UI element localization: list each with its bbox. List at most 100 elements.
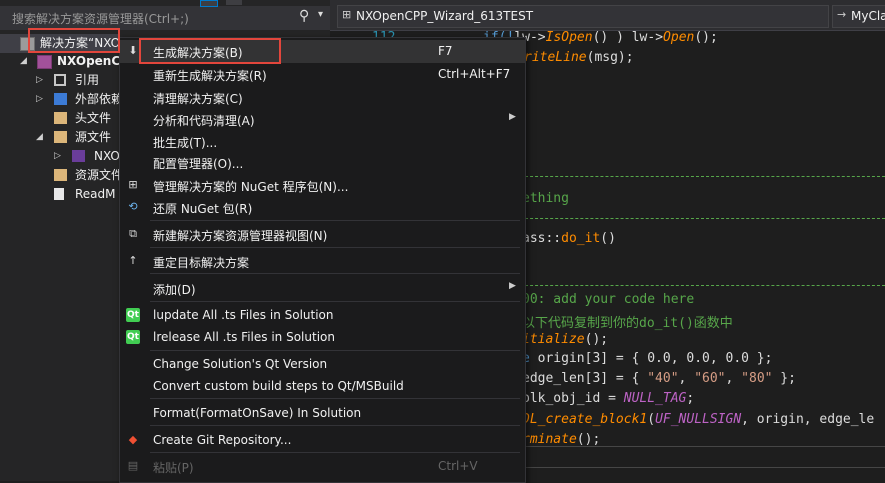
class-scope-dropdown[interactable]: → MyCla xyxy=(832,5,885,28)
menu-item-label: 重新生成解决方案(R) xyxy=(153,69,267,83)
nuget-icon: ⊞ xyxy=(128,178,138,191)
chevron-down-icon[interactable]: ◢ xyxy=(36,128,43,147)
tree-item-label: 源文件 xyxy=(75,130,112,144)
submenu-arrow-icon: ▶ xyxy=(509,112,516,122)
menu-item-paste[interactable]: ▤ 粘贴(P) Ctrl+V xyxy=(120,455,525,478)
menu-separator xyxy=(150,452,520,453)
code-line: itialize(); xyxy=(522,332,609,347)
tree-item-label: 头文件 xyxy=(75,111,112,125)
menu-item-shortcut: Ctrl+V xyxy=(438,459,478,473)
menu-item-label: 分析和代码清理(A) xyxy=(153,114,255,128)
code-line: rminate(); xyxy=(522,432,601,447)
menu-item-label: Create Git Repository... xyxy=(153,433,292,447)
search-icon[interactable]: ⚲ xyxy=(299,8,309,24)
toolbar-button[interactable] xyxy=(226,0,242,5)
comment-divider xyxy=(520,218,885,219)
chevron-down-icon[interactable]: ◢ xyxy=(20,52,27,71)
cpp-file-icon: ⊞ xyxy=(342,8,352,21)
code-line: ass::do_it() xyxy=(522,231,616,246)
toolbar-button[interactable] xyxy=(200,0,218,7)
menu-item-configuration-manager[interactable]: 配置管理器(O)... xyxy=(120,151,525,174)
code-line: 以下代码复制到你的do_it()函数中 xyxy=(522,316,733,331)
tree-item-label: ReadM xyxy=(75,187,116,201)
menu-item-add[interactable]: 添加(D) ▶ xyxy=(120,277,525,300)
class-arrow-icon: → xyxy=(837,8,847,21)
comment-divider xyxy=(520,285,885,286)
menu-item-convert-build-steps[interactable]: Convert custom build steps to Qt/MSBuild xyxy=(120,375,525,398)
code-line: blk_obj_id = NULL_TAG; xyxy=(522,391,695,406)
highlight-box-build xyxy=(139,38,281,64)
code-line: DL_create_block1(UF_NULLSIGN, origin, ed… xyxy=(522,412,875,427)
tree-item-label: 资源文件 xyxy=(75,168,124,182)
comment-divider xyxy=(520,176,885,177)
menu-item-retarget-solution[interactable]: ↑ 重定目标解决方案 xyxy=(120,250,525,273)
menu-item-lrelease[interactable]: Qt lrelease All .ts Files in Solution xyxy=(120,326,525,349)
highlight-box-solution xyxy=(28,28,120,53)
chevron-down-icon[interactable]: ▾ xyxy=(318,9,323,20)
menu-separator xyxy=(150,398,520,399)
code-line: 00: add your code here xyxy=(522,292,695,307)
code-line: riteLine(msg); xyxy=(524,50,634,65)
qt-icon: Qt xyxy=(126,308,140,322)
qt-icon: Qt xyxy=(126,330,140,344)
folder-open-icon xyxy=(54,131,67,143)
menu-item-clean-solution[interactable]: 清理解决方案(C) xyxy=(120,86,525,109)
tree-item-label: NXOpenC xyxy=(57,54,121,68)
menu-item-label: 管理解决方案的 NuGet 程序包(N)... xyxy=(153,180,349,194)
project-icon xyxy=(37,55,52,69)
menu-item-new-explorer-view[interactable]: ⧉ 新建解决方案资源管理器视图(N) xyxy=(120,223,525,246)
menu-item-label: 新建解决方案资源管理器视图(N) xyxy=(153,229,328,243)
file-scope-label: NXOpenCPP_Wizard_613TEST xyxy=(356,9,534,23)
chevron-right-icon[interactable]: ▷ xyxy=(54,147,61,166)
tree-item-label: 外部依赖 xyxy=(75,92,124,106)
menu-item-label: Format(FormatOnSave) In Solution xyxy=(153,406,362,420)
paste-icon: ▤ xyxy=(127,459,139,472)
menu-item-label: Change Solution's Qt Version xyxy=(153,357,328,371)
class-scope-label: MyCla xyxy=(851,9,885,23)
retarget-icon: ↑ xyxy=(128,254,138,267)
menu-item-manage-nuget[interactable]: ⊞ 管理解决方案的 NuGet 程序包(N)... xyxy=(120,174,525,197)
current-line-highlight xyxy=(520,446,885,468)
menu-item-analyze-cleanup[interactable]: 分析和代码清理(A) ▶ xyxy=(120,108,525,131)
menu-separator xyxy=(150,350,520,351)
search-box[interactable]: 搜索解决方案资源管理器(Ctrl+;) ⚲ ▾ xyxy=(0,6,330,30)
chevron-right-icon[interactable]: ▷ xyxy=(36,71,43,90)
menu-separator xyxy=(150,247,520,248)
tree-item-label: 引用 xyxy=(75,73,100,87)
build-icon: ⬇ xyxy=(128,44,138,57)
tree-item-label: NXO xyxy=(94,149,120,163)
menu-item-lupdate[interactable]: Qt lupdate All .ts Files in Solution xyxy=(120,304,525,327)
menu-item-batch-build[interactable]: 批生成(T)... xyxy=(120,130,525,153)
menu-item-label: Convert custom build steps to Qt/MSBuild xyxy=(153,379,404,393)
git-icon: ◆ xyxy=(128,433,138,446)
menu-item-format-solution[interactable]: Format(FormatOnSave) In Solution xyxy=(120,402,525,425)
menu-item-label: 配置管理器(O)... xyxy=(153,157,244,171)
menu-item-label: 粘贴(P) xyxy=(153,461,194,475)
menu-item-label: 批生成(T)... xyxy=(153,136,218,150)
chevron-right-icon[interactable]: ▷ xyxy=(36,90,43,109)
restore-icon: ⟲ xyxy=(128,200,138,213)
menu-item-label: 重定目标解决方案 xyxy=(153,256,250,270)
menu-separator xyxy=(150,301,520,302)
search-input-placeholder[interactable]: 搜索解决方案资源管理器(Ctrl+;) xyxy=(12,10,189,27)
menu-item-label: 还原 NuGet 包(R) xyxy=(153,202,253,216)
code-line: e origin[3] = { 0.0, 0.0, 0.0 }; xyxy=(522,351,773,366)
menu-item-shortcut: F7 xyxy=(438,44,453,58)
menu-item-label: lrelease All .ts Files in Solution xyxy=(153,330,335,344)
menu-item-label: 添加(D) xyxy=(153,283,196,297)
file-scope-dropdown[interactable]: ⊞ NXOpenCPP_Wizard_613TEST xyxy=(337,5,829,28)
folder-icon xyxy=(54,112,67,124)
menu-item-change-qt-version[interactable]: Change Solution's Qt Version xyxy=(120,353,525,376)
new-view-icon: ⧉ xyxy=(129,227,137,240)
menu-item-label: lupdate All .ts Files in Solution xyxy=(153,308,334,322)
cpp-file-icon xyxy=(72,150,85,162)
submenu-arrow-icon: ▶ xyxy=(509,281,516,291)
code-line: edge_len[3] = { "40", "60", "80" }; xyxy=(522,371,796,386)
folder-icon xyxy=(54,169,67,181)
menu-separator xyxy=(150,425,520,426)
menu-item-create-git-repo[interactable]: ◆ Create Git Repository... xyxy=(120,429,525,452)
menu-item-restore-nuget[interactable]: ⟲ 还原 NuGet 包(R) xyxy=(120,196,525,219)
references-icon xyxy=(54,74,66,86)
menu-item-rebuild-solution[interactable]: 重新生成解决方案(R) Ctrl+Alt+F7 xyxy=(120,63,525,86)
menu-item-shortcut: Ctrl+Alt+F7 xyxy=(438,67,511,81)
